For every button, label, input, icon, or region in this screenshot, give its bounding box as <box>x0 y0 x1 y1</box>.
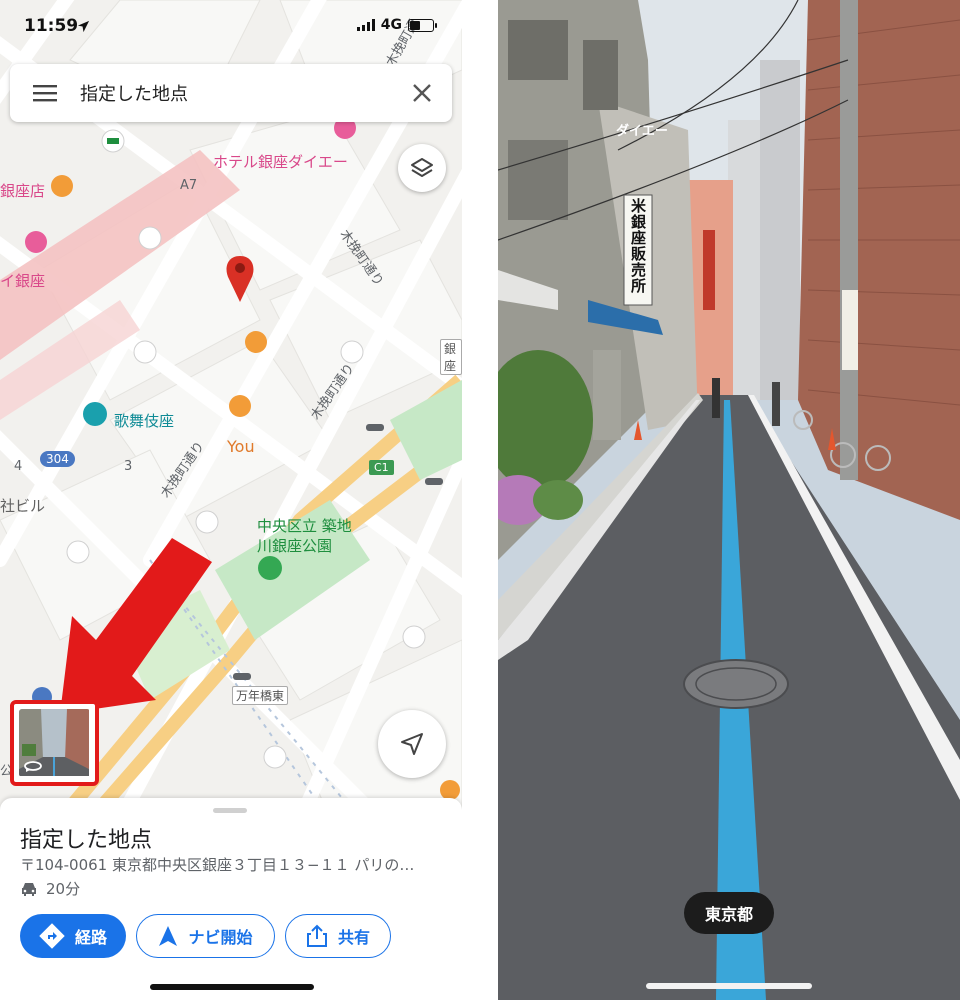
street-view-location-pill[interactable]: 東京都 <box>684 892 774 934</box>
share-label: 共有 <box>337 928 370 947</box>
road-sign-gin: 銀座 <box>440 339 462 375</box>
signal-icon <box>356 19 375 31</box>
directions-button[interactable]: 経路 <box>20 914 126 958</box>
road-sign-mannenbashi: 万年橋東 <box>232 686 289 705</box>
map-label-num4: 4 <box>14 459 23 474</box>
directions-label: 経路 <box>74 928 107 947</box>
navigation-icon <box>159 926 178 946</box>
street-view-thumbnail[interactable] <box>10 700 99 786</box>
map-label-a7: A7 <box>180 178 198 193</box>
map-label-sha-biru[interactable]: 社ビル <box>0 495 45 516</box>
menu-button[interactable] <box>10 84 80 102</box>
map-label-ginza-ten[interactable]: 銀座店 <box>0 180 45 201</box>
map-label-park-line1[interactable]: 中央区立 築地 <box>257 515 352 536</box>
location-arrow-icon <box>77 18 90 37</box>
place-address: 〒104-0061 東京都中央区銀座３丁目１３−１１ パリの… <box>20 856 415 874</box>
place-title: 指定した地点 <box>20 828 153 853</box>
building-banner: ダイエー <box>616 124 668 139</box>
map-label-hotel[interactable]: ホテル銀座ダイエー <box>213 151 348 172</box>
clear-search-button[interactable] <box>392 83 452 103</box>
close-icon <box>413 84 431 102</box>
rotate-360-icon <box>24 761 42 772</box>
share-button[interactable]: 共有 <box>285 914 391 958</box>
directions-icon <box>39 923 65 949</box>
map-canvas[interactable] <box>0 0 462 820</box>
navigation-arrow-icon <box>401 733 423 755</box>
eta-text: 20分 <box>46 880 81 898</box>
route-badge-304: 304 <box>40 451 75 467</box>
maps-screen: ホテル銀座ダイエー 銀座店 イ銀座 歌舞伎座 You 中央区立 築地 川銀座公園… <box>0 0 462 1000</box>
screenshot-divider <box>462 0 498 1000</box>
my-location-button[interactable] <box>378 710 446 778</box>
network-label: 4G <box>380 17 402 33</box>
map-label-park-line2: 川銀座公園 <box>257 537 333 555</box>
street-view-panorama[interactable] <box>498 0 960 1000</box>
home-indicator[interactable] <box>646 983 812 989</box>
start-navigation-button[interactable]: ナビ開始 <box>136 914 275 958</box>
status-time: 11:59 <box>24 16 79 36</box>
home-indicator[interactable] <box>150 984 314 990</box>
share-icon <box>306 924 327 947</box>
start-navigation-label: ナビ開始 <box>188 928 253 947</box>
car-icon <box>22 882 36 896</box>
street-view-screen[interactable]: 米銀座販売所 ダイエー 東京都 <box>498 0 960 1000</box>
map-label-num3: 3 <box>124 459 133 474</box>
layers-icon <box>411 158 433 177</box>
place-eta: 20分 <box>20 878 80 899</box>
search-bar[interactable]: 指定した地点 <box>10 64 452 122</box>
battery-icon <box>408 18 437 32</box>
status-bar: 11:59 4G <box>0 0 462 56</box>
map-label-i-ginza[interactable]: イ銀座 <box>0 270 45 291</box>
shop-sign: 米銀座販売所 <box>629 198 647 294</box>
map-label-you[interactable]: You <box>227 437 255 456</box>
sheet-drag-handle[interactable] <box>213 808 247 813</box>
hamburger-menu-icon <box>33 85 57 102</box>
layers-button[interactable] <box>398 144 446 192</box>
expressway-badge-c1: C1 <box>369 460 394 475</box>
map-label-kabukiza[interactable]: 歌舞伎座 <box>114 410 174 431</box>
search-query[interactable]: 指定した地点 <box>80 80 392 106</box>
